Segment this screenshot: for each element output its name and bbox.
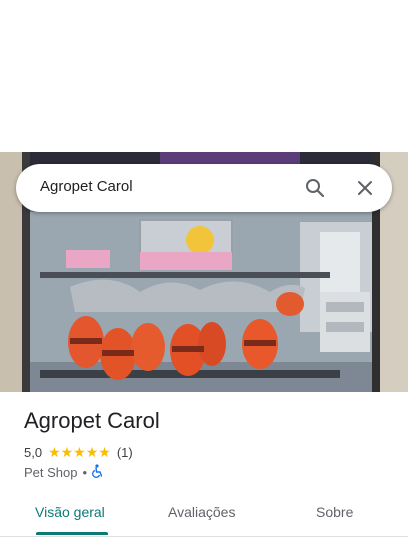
category-label: Pet Shop — [24, 465, 78, 480]
close-icon[interactable] — [353, 176, 377, 200]
top-blank-area — [0, 0, 408, 152]
search-input[interactable]: Agropet Carol — [40, 178, 133, 195]
tab-reviews[interactable]: Avaliações — [168, 504, 235, 520]
tab-bar: Visão geral Avaliações Sobre — [0, 494, 408, 537]
separator-dot: • — [82, 465, 88, 480]
tab-overview[interactable]: Visão geral — [35, 504, 105, 520]
place-title: Agropet Carol — [24, 408, 160, 433]
category-row: Pet Shop • — [24, 464, 104, 481]
rating-row[interactable]: 5,0 ★★★★★ (1) — [24, 444, 133, 461]
wheelchair-icon — [92, 464, 104, 481]
tab-about[interactable]: Sobre — [316, 504, 353, 520]
rating-value: 5,0 — [24, 445, 43, 460]
search-bar[interactable]: Agropet Carol — [16, 164, 392, 212]
star-rating-icon: ★★★★★ — [48, 444, 111, 460]
review-count[interactable]: (1) — [117, 445, 133, 460]
search-icon[interactable] — [303, 176, 327, 200]
active-tab-indicator — [36, 532, 108, 535]
